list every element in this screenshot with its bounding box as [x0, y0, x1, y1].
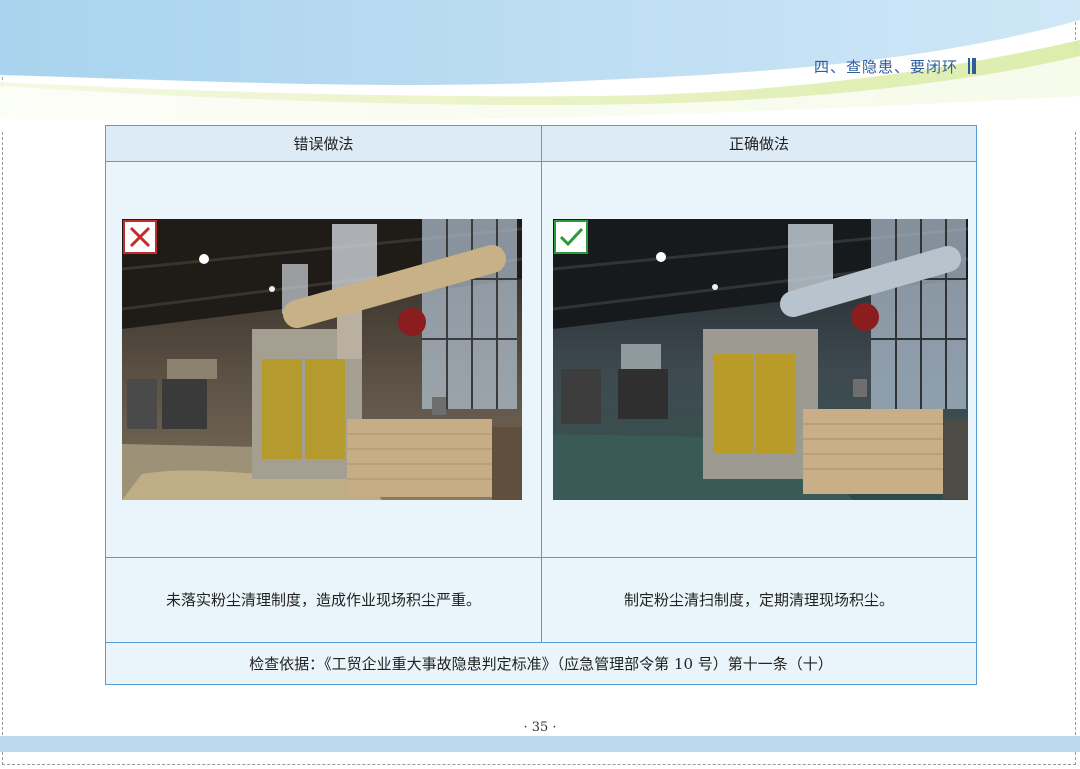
right-practice-description: 制定粉尘清扫制度，定期清理现场积尘。 — [623, 591, 894, 609]
wrong-practice-photo — [122, 219, 522, 500]
column-header-right: 正确做法 — [542, 126, 976, 162]
check-mark-icon — [554, 220, 588, 254]
footer-band — [0, 736, 1080, 752]
column-header-wrong: 错误做法 — [106, 126, 542, 162]
right-practice-photo — [553, 219, 968, 500]
wrong-practice-description: 未落实粉尘清理制度，造成作业现场积尘严重。 — [165, 591, 481, 609]
section-title: 四、查隐患、要闭环 — [813, 58, 958, 76]
page-number: · 35 · — [523, 720, 557, 735]
inspection-basis: 检查依据：《工贸企业重大事故隐患判定标准》（应急管理部令第 10 号）第十一条（… — [249, 655, 833, 673]
comparison-table: 错误做法 正确做法 未落实粉尘清理制度，造成作业现场积尘严重。 制定粉尘清扫制度… — [105, 125, 977, 685]
title-bars-decoration — [968, 58, 980, 74]
x-mark-icon — [123, 220, 157, 254]
